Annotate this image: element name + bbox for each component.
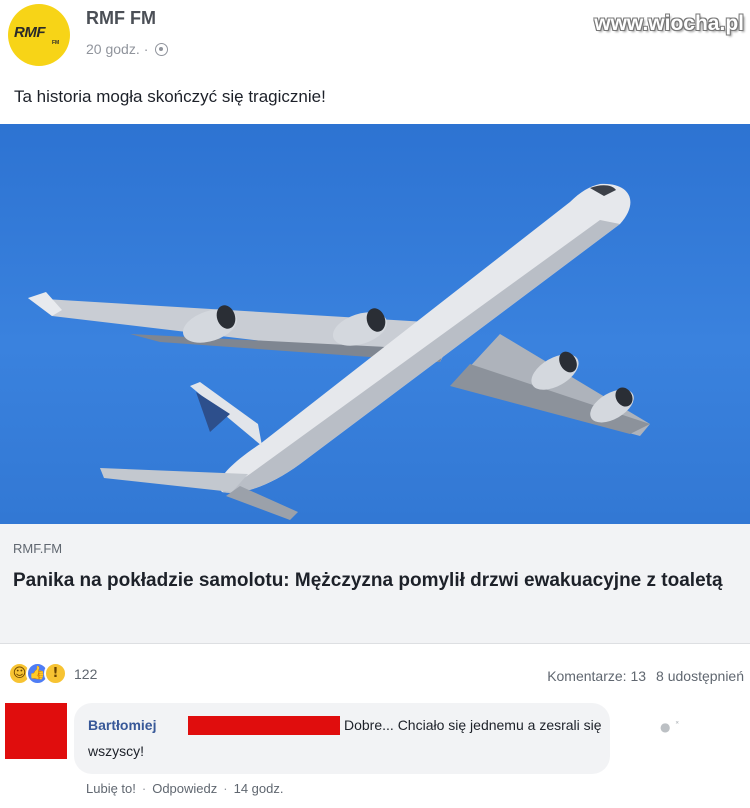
separator: ·: [223, 781, 228, 796]
link-domain: RMF.FM: [13, 541, 63, 556]
comment-actions: Lubię to! · Odpowiedz · 14 godz.: [86, 781, 283, 796]
comment-reply-button[interactable]: Odpowiedz: [152, 781, 217, 796]
post-header: RMF FM RMF FM 20 godz. · www.wiocha.pl: [0, 0, 750, 70]
reactions-summary[interactable]: ☺ 👍 ! 122: [8, 662, 97, 685]
shares-count-link[interactable]: 8 udostępnień: [656, 668, 744, 684]
comment-author[interactable]: Bartłomiej: [88, 717, 156, 733]
comment-bubble: Bartłomiej Dobre... Chciało się jednemu …: [74, 703, 610, 774]
comment-options-icon[interactable]: ● ˟: [660, 720, 680, 734]
link-preview[interactable]: RMF.FM Panika na pokładzie samolotu: Męż…: [0, 524, 750, 644]
comment-text-continued: wszyscy!: [88, 743, 144, 759]
post-photo[interactable]: [0, 124, 750, 524]
comment-text: Dobre... Chciało się jednemu a zesrali s…: [344, 717, 602, 733]
reaction-count: 122: [74, 665, 98, 682]
post-time[interactable]: 20 godz.: [86, 41, 140, 57]
logo-small-text: FM: [52, 40, 60, 46]
link-headline[interactable]: Panika na pokładzie samolotu: Mężczyzna …: [13, 566, 733, 596]
wow-icon: !: [44, 662, 67, 685]
separator: ·: [141, 781, 147, 796]
globe-icon: [155, 42, 169, 56]
comments-count-link[interactable]: Komentarze: 13: [547, 668, 646, 684]
commenter-avatar[interactable]: [5, 703, 67, 759]
post-stats: Komentarze: 13 8 udostępnień: [547, 668, 744, 684]
airplane-image: [28, 183, 650, 520]
logo-text: RMF: [14, 24, 46, 41]
page-avatar[interactable]: RMF FM: [8, 4, 70, 66]
watermark: www.wiocha.pl: [594, 12, 744, 35]
post-text: Ta historia mogła skończyć się tragiczni…: [14, 87, 326, 106]
page-name-link[interactable]: RMF FM: [86, 8, 156, 29]
meta-separator: ·: [143, 41, 149, 57]
comment-like-button[interactable]: Lubię to!: [86, 781, 136, 796]
comment-time[interactable]: 14 godz.: [234, 781, 284, 796]
post-meta: 20 godz. ·: [86, 41, 169, 57]
redacted-name: [188, 716, 340, 735]
